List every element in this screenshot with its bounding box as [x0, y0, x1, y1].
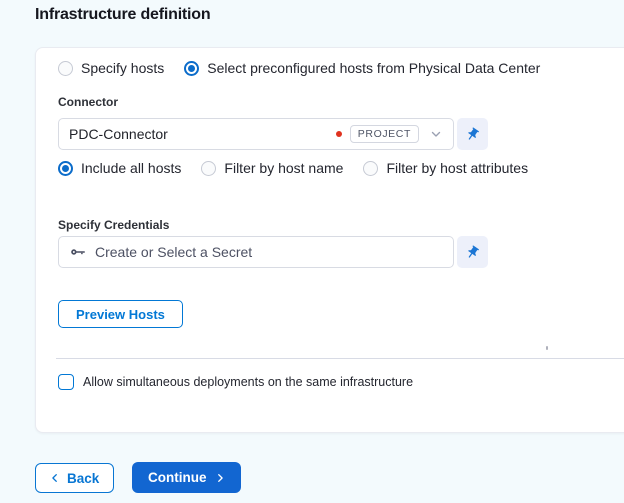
pin-icon	[465, 126, 480, 142]
radio-option-include-all-hosts[interactable]: Include all hosts	[58, 160, 181, 176]
radio-option-preconfigured-hosts[interactable]: Select preconfigured hosts from Physical…	[184, 60, 540, 76]
page-title: Infrastructure definition	[35, 6, 211, 23]
continue-button-label: Continue	[148, 470, 207, 485]
radio-option-specify-hosts[interactable]: Specify hosts	[58, 60, 164, 76]
tiny-artifact-mark	[546, 346, 548, 350]
radio-label: Include all hosts	[81, 160, 182, 176]
credentials-label: Specify Credentials	[58, 218, 170, 232]
connector-pin-button[interactable]	[457, 118, 488, 150]
radio-option-filter-by-host-name[interactable]: Filter by host name	[201, 160, 343, 176]
connector-label: Connector	[58, 95, 118, 109]
radio-option-filter-by-host-attributes[interactable]: Filter by host attributes	[363, 160, 528, 176]
back-button[interactable]: Back	[35, 463, 115, 493]
radio-icon[interactable]	[58, 160, 73, 176]
radio-icon[interactable]	[201, 160, 217, 176]
secret-select-field[interactable]: Create or Select a Secret	[58, 236, 454, 268]
connector-value: PDC-Connector	[69, 126, 168, 142]
credentials-field-row: Create or Select a Secret	[58, 236, 488, 268]
host-source-radio-group: Specify hosts Select preconfigured hosts…	[58, 60, 540, 76]
checkbox-label: Allow simultaneous deployments on the sa…	[83, 375, 414, 389]
radio-icon[interactable]	[184, 60, 200, 76]
connector-select-field[interactable]: PDC-Connector PROJECT	[58, 118, 454, 150]
radio-icon[interactable]	[363, 160, 379, 176]
section-divider	[56, 358, 624, 359]
secret-placeholder: Create or Select a Secret	[95, 244, 253, 260]
simultaneous-deployments-row[interactable]: Allow simultaneous deployments on the sa…	[58, 374, 413, 390]
key-icon	[69, 243, 87, 261]
pin-icon	[465, 244, 480, 260]
chevron-right-icon	[215, 472, 225, 484]
chevron-left-icon	[50, 472, 60, 484]
credentials-pin-button[interactable]	[457, 236, 488, 268]
radio-label: Specify hosts	[81, 60, 165, 76]
radio-label: Filter by host name	[224, 160, 344, 176]
chevron-down-icon[interactable]	[427, 127, 443, 141]
host-filter-radio-group: Include all hosts Filter by host name Fi…	[58, 160, 528, 176]
radio-label: Select preconfigured hosts from Physical…	[207, 60, 541, 76]
simultaneous-deployments-checkbox[interactable]	[58, 374, 74, 390]
preview-hosts-button[interactable]: Preview Hosts	[58, 300, 183, 328]
back-button-label: Back	[67, 470, 100, 486]
infrastructure-definition-card: Specify hosts Select preconfigured hosts…	[35, 47, 624, 433]
required-dot-icon	[335, 131, 342, 137]
scope-badge: PROJECT	[349, 125, 419, 143]
radio-label: Filter by host attributes	[386, 160, 529, 176]
connector-field-row: PDC-Connector PROJECT	[58, 118, 488, 150]
continue-button[interactable]: Continue	[132, 462, 241, 493]
radio-icon[interactable]	[58, 60, 73, 76]
